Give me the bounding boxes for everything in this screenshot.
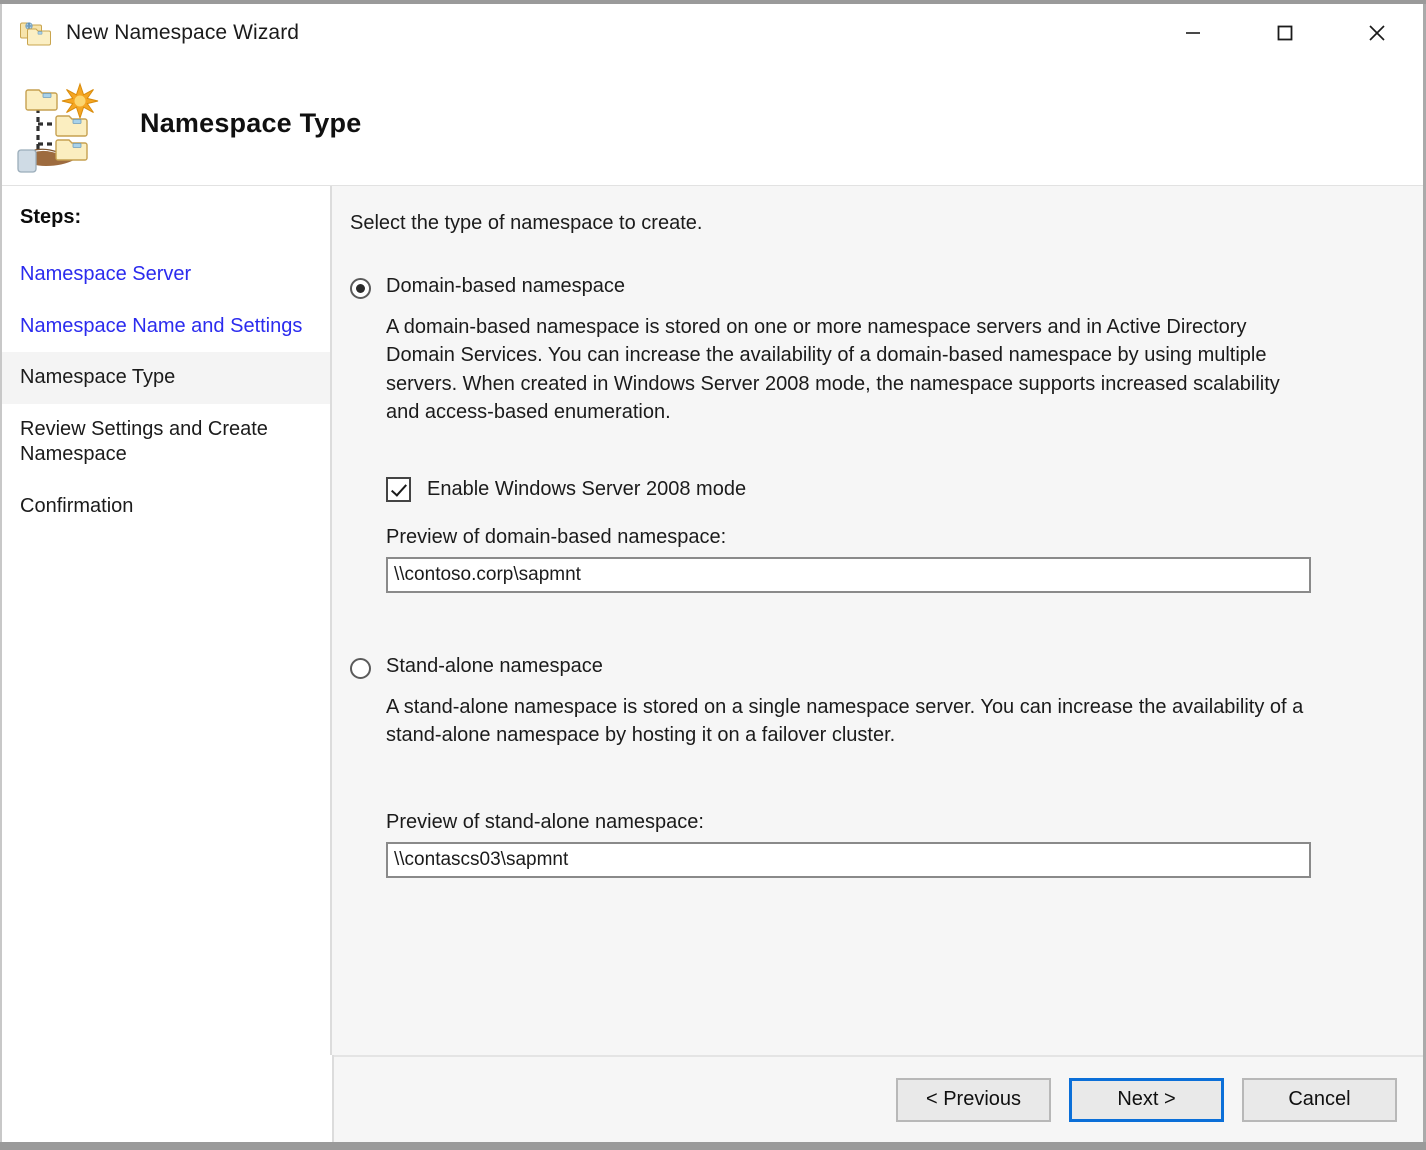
next-button[interactable]: Next >: [1069, 1077, 1224, 1122]
option-stand-alone: Stand-alone namespace A stand-alone name…: [350, 655, 1401, 879]
sidebar-item-confirmation: Confirmation: [20, 494, 134, 517]
radio-stand-alone[interactable]: [350, 657, 371, 679]
dfs-namespace-icon: [14, 74, 112, 174]
window-controls: [1147, 4, 1423, 62]
sidebar-item-namespace-type[interactable]: Namespace Type: [2, 352, 330, 404]
maximize-icon[interactable]: [1239, 4, 1331, 62]
previous-button[interactable]: < Previous: [896, 1077, 1051, 1122]
window-title: New Namespace Wizard: [66, 21, 300, 44]
title-bar: New Namespace Wizard: [2, 4, 1423, 62]
preview-input-domain-based[interactable]: [386, 556, 1311, 593]
content-pane: Select the type of namespace to create. …: [332, 186, 1423, 1142]
description-stand-alone: A stand-alone namespace is stored on a s…: [386, 695, 1304, 746]
minimize-icon[interactable]: [1147, 4, 1239, 62]
intro-text: Select the type of namespace to create.: [350, 212, 703, 234]
steps-heading: Steps:: [20, 206, 82, 228]
footer-sidebar-filler: [2, 1055, 334, 1142]
description-domain-based: A domain-based namespace is stored on on…: [386, 316, 1280, 424]
sidebar-item-review-settings-and-create-namespace: Review Settings and Create Namespace: [20, 417, 268, 466]
wizard-header: Namespace Type: [2, 62, 1423, 185]
radio-row-domain-based[interactable]: Domain-based namespace: [350, 275, 1401, 299]
wizard-footer: < Previous Next > Cancel: [334, 1055, 1423, 1142]
sidebar-item-namespace-name-and-settings[interactable]: Namespace Name and Settings: [2, 301, 330, 353]
cancel-button[interactable]: Cancel: [1242, 1077, 1397, 1122]
window-bottom-edge: [0, 1142, 1426, 1150]
radio-label-domain-based[interactable]: Domain-based namespace: [386, 275, 625, 298]
preview-label-stand-alone: Preview of stand-alone namespace:: [386, 811, 704, 834]
checkbox-enable-2008-mode[interactable]: [386, 476, 411, 502]
radio-label-stand-alone[interactable]: Stand-alone namespace: [386, 655, 603, 678]
namespace-folders-icon: [20, 18, 52, 48]
checkbox-label-enable-2008-mode[interactable]: Enable Windows Server 2008 mode: [427, 478, 746, 501]
radio-domain-based[interactable]: [350, 278, 371, 299]
option-domain-based: Domain-based namespace A domain-based na…: [350, 275, 1401, 593]
page-title: Namespace Type: [140, 108, 362, 138]
wizard-body: Steps: Namespace Server Namespace Name a…: [2, 186, 1423, 1142]
preview-input-stand-alone[interactable]: [386, 842, 1311, 879]
sidebar-item-namespace-server[interactable]: Namespace Server: [2, 249, 330, 301]
close-icon[interactable]: [1331, 4, 1423, 62]
radio-row-stand-alone[interactable]: Stand-alone namespace: [350, 655, 1401, 679]
wizard-window: New Namespace Wizard Namespace Type Step…: [0, 0, 1426, 1150]
checkbox-row-2008-mode[interactable]: Enable Windows Server 2008 mode: [386, 476, 1401, 502]
steps-sidebar: Steps: Namespace Server Namespace Name a…: [2, 186, 332, 1142]
preview-label-domain-based: Preview of domain-based namespace:: [386, 525, 727, 548]
